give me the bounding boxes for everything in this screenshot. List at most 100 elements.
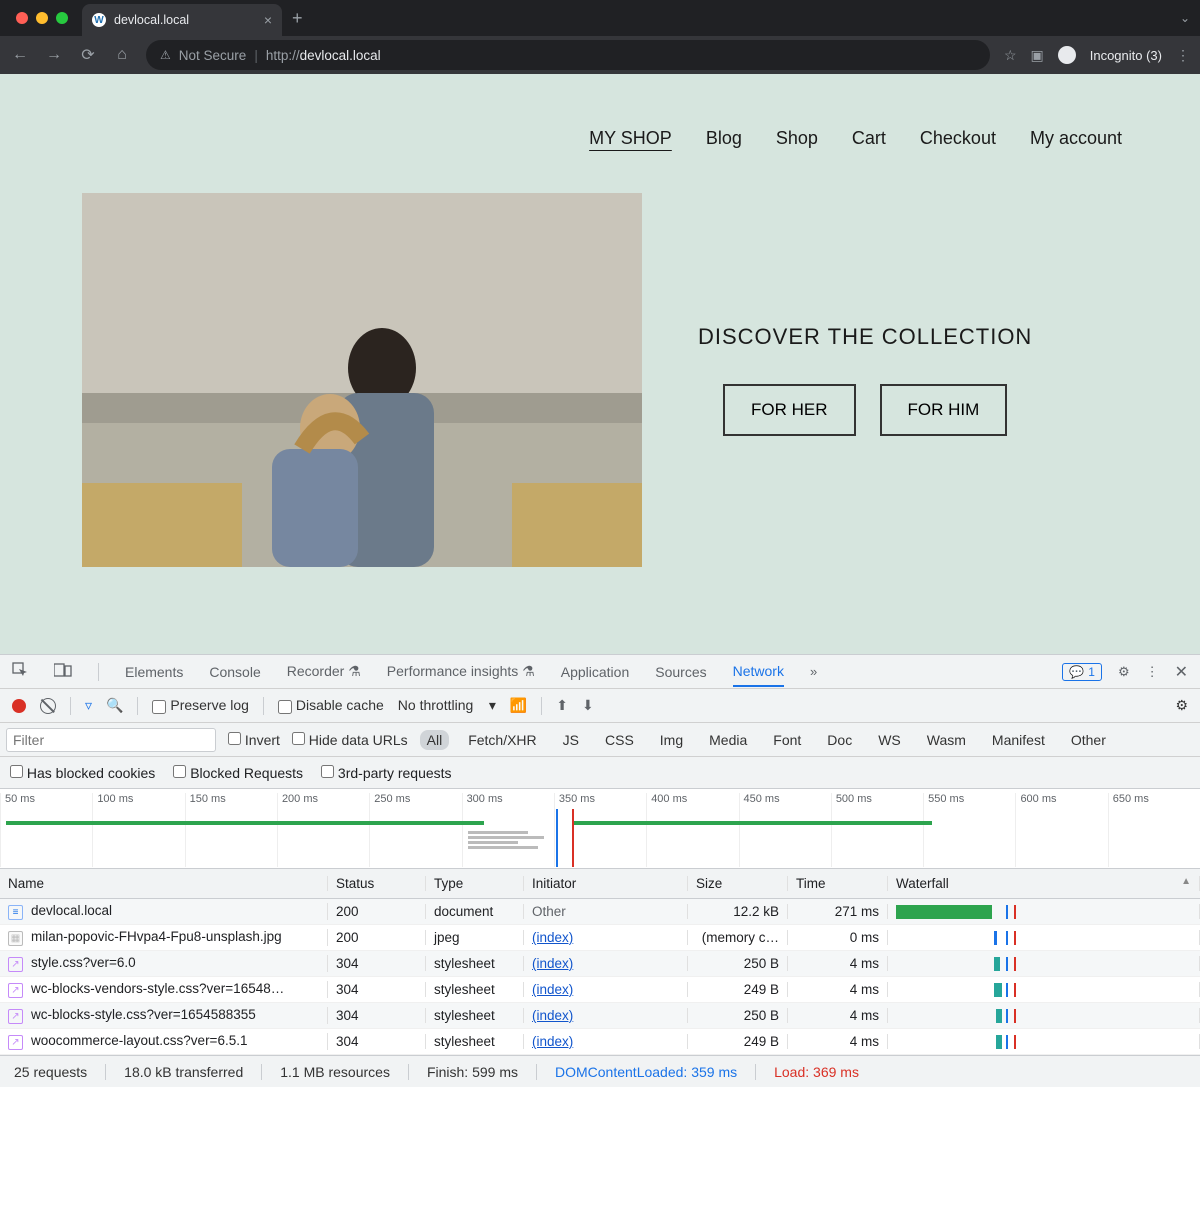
- type-css[interactable]: CSS: [598, 730, 641, 750]
- type-fetchxhr[interactable]: Fetch/XHR: [461, 730, 543, 750]
- has-blocked-cookies-checkbox[interactable]: Has blocked cookies: [10, 765, 155, 781]
- table-row[interactable]: ↗wc-blocks-style.css?ver=1654588355 304 …: [0, 1003, 1200, 1029]
- hero-heading: DISCOVER THE COLLECTION: [698, 324, 1032, 350]
- window-controls: [16, 12, 68, 24]
- file-type-icon: ▦: [8, 931, 23, 946]
- hero-illustration: [82, 193, 642, 567]
- devtools-menu-icon[interactable]: ⋮: [1146, 664, 1159, 680]
- col-type[interactable]: Type: [426, 876, 524, 891]
- more-tabs-icon[interactable]: »: [810, 664, 817, 679]
- timeline-tick: 250 ms: [369, 793, 461, 867]
- tab-elements[interactable]: Elements: [125, 664, 183, 680]
- table-row[interactable]: ↗woocommerce-layout.css?ver=6.5.1 304 st…: [0, 1029, 1200, 1055]
- tab-perf-insights[interactable]: Performance insights ⚗: [387, 663, 535, 680]
- maximize-window-icon[interactable]: [56, 12, 68, 24]
- panel-icon[interactable]: ▣: [1031, 47, 1044, 64]
- timeline-overview[interactable]: 50 ms100 ms150 ms200 ms250 ms300 ms350 m…: [0, 789, 1200, 869]
- clear-button[interactable]: [40, 698, 56, 714]
- status-bar: 25 requests 18.0 kB transferred 1.1 MB r…: [0, 1055, 1200, 1087]
- browser-menu-icon[interactable]: ⋮: [1176, 47, 1190, 64]
- type-manifest[interactable]: Manifest: [985, 730, 1052, 750]
- type-other[interactable]: Other: [1064, 730, 1113, 750]
- type-all[interactable]: All: [420, 730, 450, 750]
- tab-title: devlocal.local: [114, 13, 189, 27]
- nav-link-checkout[interactable]: Checkout: [920, 128, 996, 149]
- file-type-icon: ≡: [8, 905, 23, 920]
- type-ws[interactable]: WS: [871, 730, 908, 750]
- col-size[interactable]: Size: [688, 876, 788, 891]
- type-font[interactable]: Font: [766, 730, 808, 750]
- col-time[interactable]: Time: [788, 876, 888, 891]
- address-bar[interactable]: ⚠ Not Secure | http://devlocal.local: [146, 40, 990, 70]
- tab-network[interactable]: Network: [733, 663, 784, 687]
- preserve-log-checkbox[interactable]: Preserve log: [152, 697, 248, 713]
- network-conditions-icon[interactable]: 📶: [510, 697, 527, 714]
- type-img[interactable]: Img: [653, 730, 690, 750]
- nav-link-shop[interactable]: Shop: [776, 128, 818, 149]
- table-row[interactable]: ≡devlocal.local 200 document Other 12.2 …: [0, 899, 1200, 925]
- tabs-menu-icon[interactable]: ⌄: [1180, 11, 1190, 25]
- blocked-requests-checkbox[interactable]: Blocked Requests: [173, 765, 303, 781]
- reload-icon[interactable]: ⟳: [78, 45, 98, 65]
- record-button[interactable]: [12, 699, 26, 713]
- hide-data-urls-checkbox[interactable]: Hide data URLs: [292, 732, 408, 748]
- close-tab-icon[interactable]: ×: [264, 12, 272, 28]
- nav-link-blog[interactable]: Blog: [706, 128, 742, 149]
- type-media[interactable]: Media: [702, 730, 754, 750]
- search-icon[interactable]: 🔍: [106, 697, 123, 714]
- table-header[interactable]: Name Status Type Initiator Size Time Wat…: [0, 869, 1200, 899]
- for-her-button[interactable]: FOR HER: [723, 384, 856, 436]
- minimize-window-icon[interactable]: [36, 12, 48, 24]
- settings-icon[interactable]: ⚙: [1118, 664, 1130, 680]
- table-row[interactable]: ↗wc-blocks-vendors-style.css?ver=16548… …: [0, 977, 1200, 1003]
- status-requests: 25 requests: [14, 1064, 87, 1080]
- browser-tab[interactable]: W devlocal.local ×: [82, 4, 282, 36]
- close-devtools-icon[interactable]: ✕: [1175, 662, 1188, 682]
- file-type-icon: ↗: [8, 983, 23, 998]
- nav-brand[interactable]: MY SHOP: [589, 128, 672, 149]
- timeline-tick: 200 ms: [277, 793, 369, 867]
- network-settings-icon[interactable]: ⚙: [1175, 697, 1188, 714]
- back-icon[interactable]: ←: [10, 46, 30, 64]
- experiment-icon: ⚗: [348, 663, 361, 679]
- for-him-button[interactable]: FOR HIM: [880, 384, 1008, 436]
- home-icon[interactable]: ⌂: [112, 46, 132, 64]
- type-wasm[interactable]: Wasm: [920, 730, 973, 750]
- file-type-icon: ↗: [8, 957, 23, 972]
- tab-sources[interactable]: Sources: [655, 664, 706, 680]
- status-dcl: DOMContentLoaded: 359 ms: [555, 1064, 737, 1080]
- timeline-tick: 450 ms: [739, 793, 831, 867]
- disable-cache-checkbox[interactable]: Disable cache: [278, 697, 384, 713]
- col-status[interactable]: Status: [328, 876, 426, 891]
- close-window-icon[interactable]: [16, 12, 28, 24]
- col-initiator[interactable]: Initiator: [524, 876, 688, 891]
- upload-har-icon[interactable]: ⬆: [556, 697, 568, 714]
- nav-link-cart[interactable]: Cart: [852, 128, 886, 149]
- bookmark-icon[interactable]: ☆: [1004, 47, 1017, 64]
- incognito-avatar-icon[interactable]: [1058, 46, 1076, 64]
- tab-application[interactable]: Application: [561, 664, 630, 680]
- browser-chrome: W devlocal.local × + ⌄ ← → ⟳ ⌂ ⚠ Not Sec…: [0, 0, 1200, 74]
- type-js[interactable]: JS: [556, 730, 586, 750]
- table-row[interactable]: ↗style.css?ver=6.0 304 stylesheet (index…: [0, 951, 1200, 977]
- tab-console[interactable]: Console: [209, 664, 260, 680]
- throttling-select[interactable]: No throttling ▾: [398, 697, 496, 714]
- filter-toggle-icon[interactable]: ▿: [85, 697, 92, 714]
- download-har-icon[interactable]: ⬇: [582, 697, 594, 714]
- forward-icon[interactable]: →: [44, 46, 64, 64]
- inspect-icon[interactable]: [12, 662, 28, 681]
- site-nav: MY SHOP Blog Shop Cart Checkout My accou…: [0, 74, 1200, 149]
- col-waterfall[interactable]: Waterfall▲: [888, 876, 1200, 891]
- issues-badge[interactable]: 💬 1: [1062, 663, 1102, 681]
- nav-link-account[interactable]: My account: [1030, 128, 1122, 149]
- tab-recorder[interactable]: Recorder ⚗: [287, 663, 361, 680]
- device-toggle-icon[interactable]: [54, 663, 72, 680]
- timeline-tick: 400 ms: [646, 793, 738, 867]
- table-row[interactable]: ▦milan-popovic-FHvpa4-Fpu8-unsplash.jpg …: [0, 925, 1200, 951]
- col-name[interactable]: Name: [0, 876, 328, 891]
- invert-checkbox[interactable]: Invert: [228, 732, 280, 748]
- new-tab-button[interactable]: +: [292, 8, 303, 29]
- third-party-checkbox[interactable]: 3rd-party requests: [321, 765, 452, 781]
- type-doc[interactable]: Doc: [820, 730, 859, 750]
- filter-input[interactable]: [6, 728, 216, 752]
